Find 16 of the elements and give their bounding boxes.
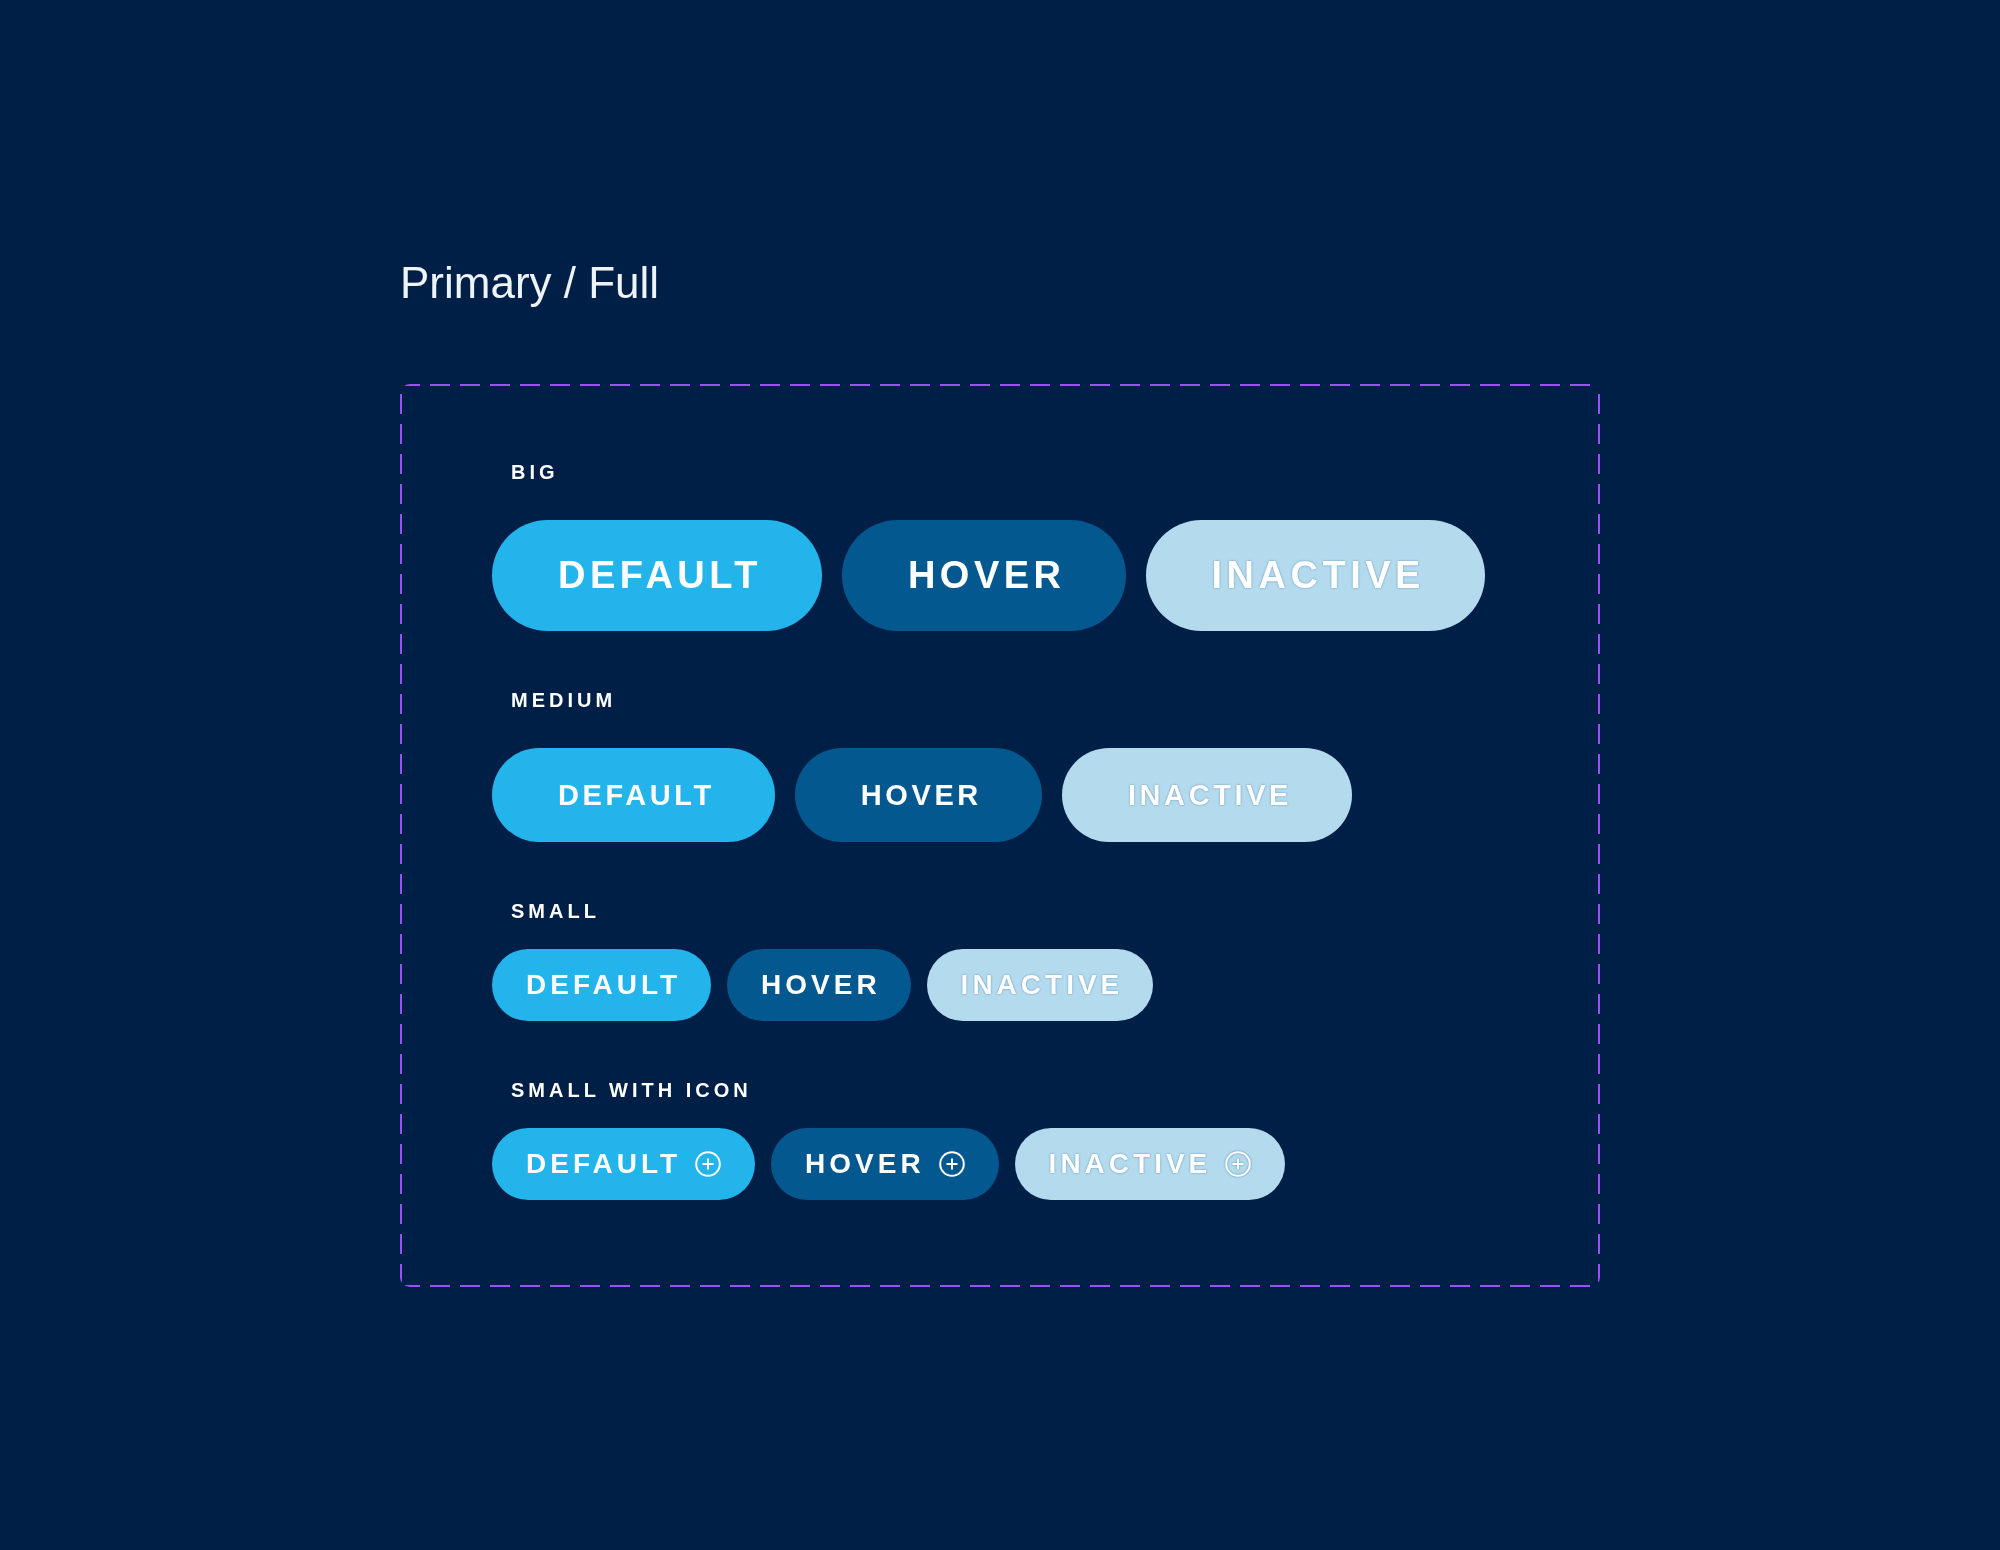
plus-circle-icon bbox=[938, 1151, 965, 1177]
pill-button[interactable]: DEFAULT bbox=[492, 949, 712, 1021]
section-label: SMALL bbox=[511, 901, 600, 921]
pill-button[interactable]: HOVER bbox=[841, 520, 1126, 631]
section-label: SMALL WITH ICON bbox=[511, 1080, 752, 1100]
pill-button[interactable]: HOVER bbox=[794, 748, 1042, 842]
page-title: Primary / Full bbox=[400, 257, 660, 309]
plus-circle-icon bbox=[695, 1151, 722, 1177]
plus-circle-icon bbox=[1225, 1151, 1252, 1177]
section-label: BIG bbox=[511, 462, 559, 482]
pill-button[interactable]: DEFAULT bbox=[492, 1128, 756, 1200]
section-label: MEDIUM bbox=[511, 690, 617, 710]
pill-button[interactable]: DEFAULT bbox=[492, 520, 822, 631]
pill-button[interactable]: DEFAULT bbox=[492, 748, 775, 842]
pill-button[interactable]: HOVER bbox=[771, 1128, 999, 1200]
pill-button[interactable]: HOVER bbox=[727, 949, 911, 1021]
